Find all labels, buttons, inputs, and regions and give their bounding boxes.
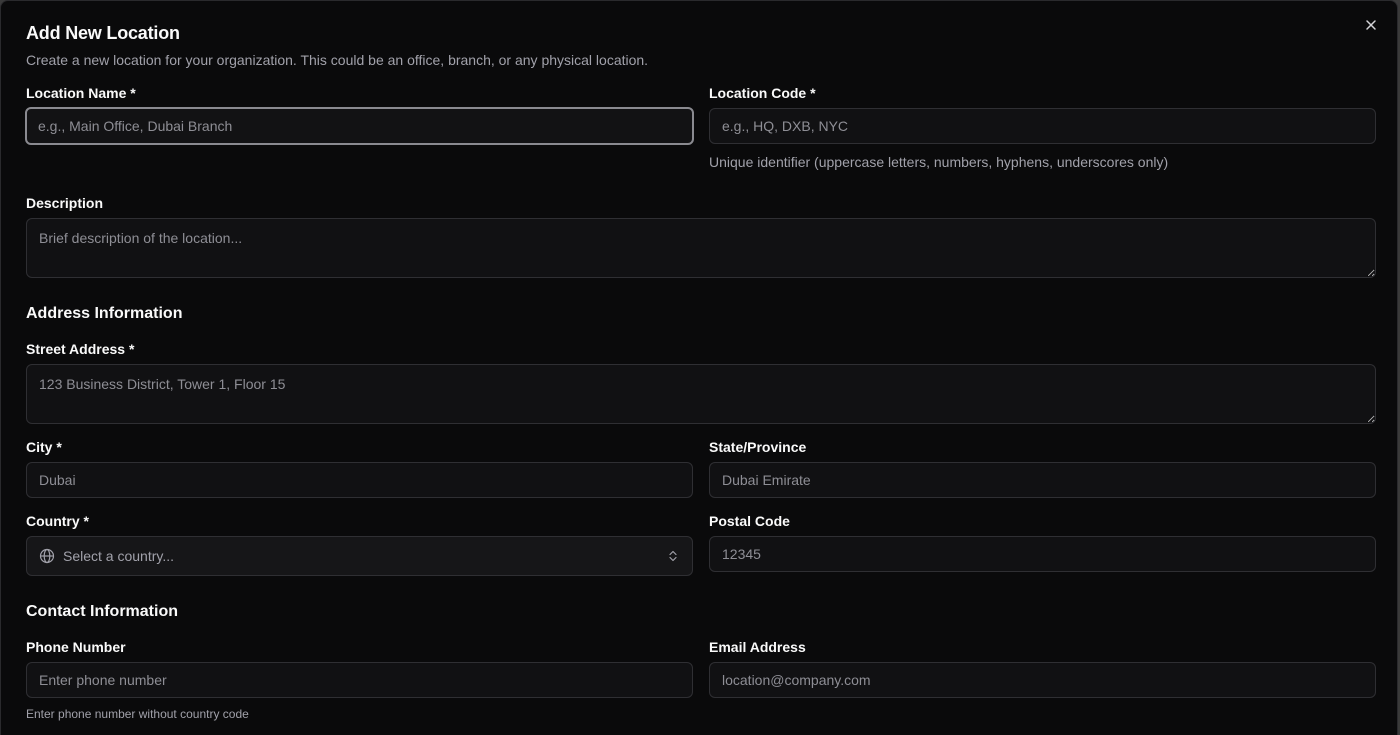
dialog-subtitle: Create a new location for your organizat… (26, 52, 649, 68)
email-input[interactable] (709, 662, 1376, 698)
description-textarea[interactable] (26, 218, 1376, 278)
phone-input[interactable] (26, 662, 693, 698)
street-address-textarea[interactable] (26, 364, 1376, 424)
globe-icon (39, 548, 55, 564)
contact-section-title: Contact Information (26, 603, 178, 620)
country-select[interactable]: Select a country... (26, 536, 693, 576)
postal-code-input[interactable] (709, 536, 1376, 572)
state-label: State/Province (709, 439, 807, 455)
phone-label: Phone Number (26, 639, 126, 655)
description-label: Description (26, 195, 104, 211)
location-name-label: Location Name * (26, 85, 136, 101)
location-code-input[interactable] (709, 108, 1376, 144)
chevron-up-down-icon (669, 550, 677, 562)
street-address-label: Street Address * (26, 341, 135, 357)
add-location-dialog: Add New Location Create a new location f… (0, 0, 1398, 735)
phone-help: Enter phone number without country code (26, 707, 249, 721)
close-icon (1366, 20, 1376, 30)
close-button[interactable] (1363, 17, 1379, 33)
location-name-input[interactable] (25, 107, 694, 145)
email-label: Email Address (709, 639, 806, 655)
address-section-title: Address Information (26, 305, 183, 322)
country-select-value: Select a country... (63, 548, 175, 564)
location-code-help: Unique identifier (uppercase letters, nu… (709, 154, 1169, 170)
city-label: City * (26, 439, 62, 455)
country-label: Country * (26, 513, 89, 529)
postal-code-label: Postal Code (709, 513, 790, 529)
dialog-title: Add New Location (26, 23, 180, 43)
location-code-label: Location Code * (709, 85, 816, 101)
state-input[interactable] (709, 462, 1376, 498)
city-input[interactable] (26, 462, 693, 498)
